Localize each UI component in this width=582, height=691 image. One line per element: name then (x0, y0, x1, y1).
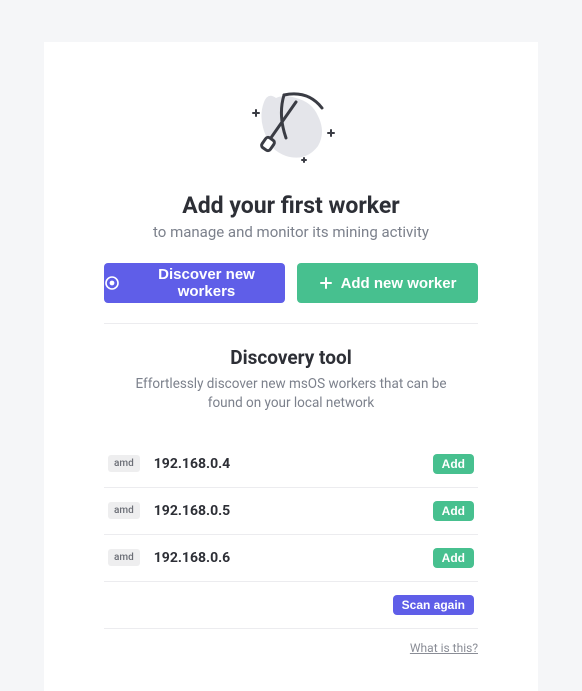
discover-workers-label: Discover new workers (128, 266, 285, 300)
add-button[interactable]: Add (433, 501, 474, 521)
add-button[interactable]: Add (433, 548, 474, 568)
worker-list: amd 192.168.0.4 Add amd 192.168.0.5 Add … (104, 441, 478, 629)
radar-icon (104, 275, 120, 291)
page-subtitle: to manage and monitor its mining activit… (104, 223, 478, 241)
discovery-subtitle: Effortlessly discover new msOS workers t… (104, 375, 478, 413)
pickaxe-illustration (104, 80, 478, 170)
worker-ip: 192.168.0.5 (154, 503, 433, 519)
discover-workers-button[interactable]: Discover new workers (104, 263, 285, 303)
add-worker-label: Add new worker (341, 275, 457, 292)
add-worker-button[interactable]: Add new worker (297, 263, 478, 303)
gpu-badge: amd (108, 455, 140, 472)
list-item: amd 192.168.0.5 Add (104, 488, 478, 535)
worker-ip: 192.168.0.4 (154, 456, 433, 472)
discovery-section: Discovery tool Effortlessly discover new… (104, 346, 478, 655)
help-row: What is this? (104, 641, 478, 655)
discovery-title: Discovery tool (104, 346, 478, 369)
hero: Add your first worker to manage and moni… (104, 80, 478, 303)
worker-ip: 192.168.0.6 (154, 550, 433, 566)
button-row: Discover new workers Add new worker (104, 263, 478, 303)
scan-row: Scan again (104, 582, 478, 629)
gpu-badge: amd (108, 502, 140, 519)
pickaxe-icon (236, 80, 346, 170)
gpu-badge: amd (108, 549, 140, 566)
page-title: Add your first worker (104, 192, 478, 219)
divider (104, 323, 478, 324)
add-button[interactable]: Add (433, 454, 474, 474)
scan-again-button[interactable]: Scan again (393, 595, 474, 615)
card: Add your first worker to manage and moni… (44, 42, 538, 691)
list-item: amd 192.168.0.4 Add (104, 441, 478, 488)
what-is-this-link[interactable]: What is this? (410, 641, 478, 655)
plus-icon (319, 276, 333, 290)
list-item: amd 192.168.0.6 Add (104, 535, 478, 582)
